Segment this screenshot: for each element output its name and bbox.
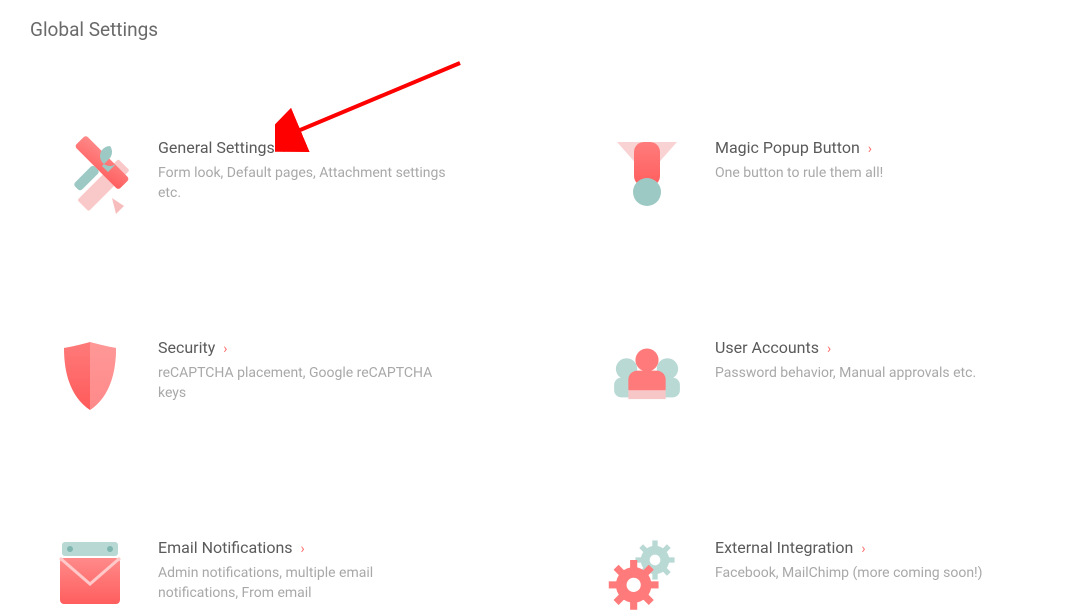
title-label: User Accounts — [715, 338, 819, 357]
card-text: General Settings › Form look, Default pa… — [158, 136, 448, 204]
card-text: Email Notifications › Admin notification… — [158, 536, 448, 604]
card-text: User Accounts › Password behavior, Manua… — [715, 336, 976, 383]
users-icon — [607, 336, 687, 416]
card-security[interactable]: Security › reCAPTCHA placement, Google r… — [50, 336, 497, 416]
title-label: Email Notifications — [158, 538, 293, 557]
chevron-right-icon: › — [301, 541, 305, 557]
card-title: Magic Popup Button › — [715, 138, 883, 157]
title-label: External Integration — [715, 538, 853, 557]
page-title: Global Settings — [30, 18, 1054, 41]
card-desc: Admin notifications, multiple email noti… — [158, 563, 448, 604]
card-desc: Password behavior, Manual approvals etc. — [715, 363, 976, 383]
chevron-right-icon: › — [283, 141, 287, 157]
chevron-right-icon: › — [827, 341, 831, 357]
card-general-settings[interactable]: General Settings › Form look, Default pa… — [50, 136, 497, 216]
title-label: General Settings — [158, 138, 275, 157]
card-desc: Facebook, MailChimp (more coming soon!) — [715, 563, 983, 583]
card-title: Email Notifications › — [158, 538, 448, 557]
card-desc: Form look, Default pages, Attachment set… — [158, 163, 448, 204]
title-label: Security — [158, 338, 215, 357]
envelope-icon — [50, 536, 130, 616]
card-desc: One button to rule them all! — [715, 163, 883, 183]
card-desc: reCAPTCHA placement, Google reCAPTCHA ke… — [158, 363, 448, 404]
card-title: External Integration › — [715, 538, 983, 557]
card-title: User Accounts › — [715, 338, 976, 357]
title-label: Magic Popup Button — [715, 138, 860, 157]
card-title: Security › — [158, 338, 448, 357]
card-title: General Settings › — [158, 138, 448, 157]
card-text: Security › reCAPTCHA placement, Google r… — [158, 336, 448, 404]
card-text: Magic Popup Button › One button to rule … — [715, 136, 883, 183]
gears-icon — [607, 536, 687, 616]
card-user-accounts[interactable]: User Accounts › Password behavior, Manua… — [607, 336, 1054, 416]
settings-grid: General Settings › Form look, Default pa… — [30, 136, 1054, 616]
card-email-notifications[interactable]: Email Notifications › Admin notification… — [50, 536, 497, 616]
magic-popup-icon — [607, 136, 687, 216]
card-magic-popup-button[interactable]: Magic Popup Button › One button to rule … — [607, 136, 1054, 216]
shield-icon — [50, 336, 130, 416]
chevron-right-icon: › — [868, 141, 872, 157]
card-external-integration[interactable]: External Integration › Facebook, MailChi… — [607, 536, 1054, 616]
chevron-right-icon: › — [223, 341, 227, 357]
chevron-right-icon: › — [861, 541, 865, 557]
card-text: External Integration › Facebook, MailChi… — [715, 536, 983, 583]
tools-icon — [50, 136, 130, 216]
